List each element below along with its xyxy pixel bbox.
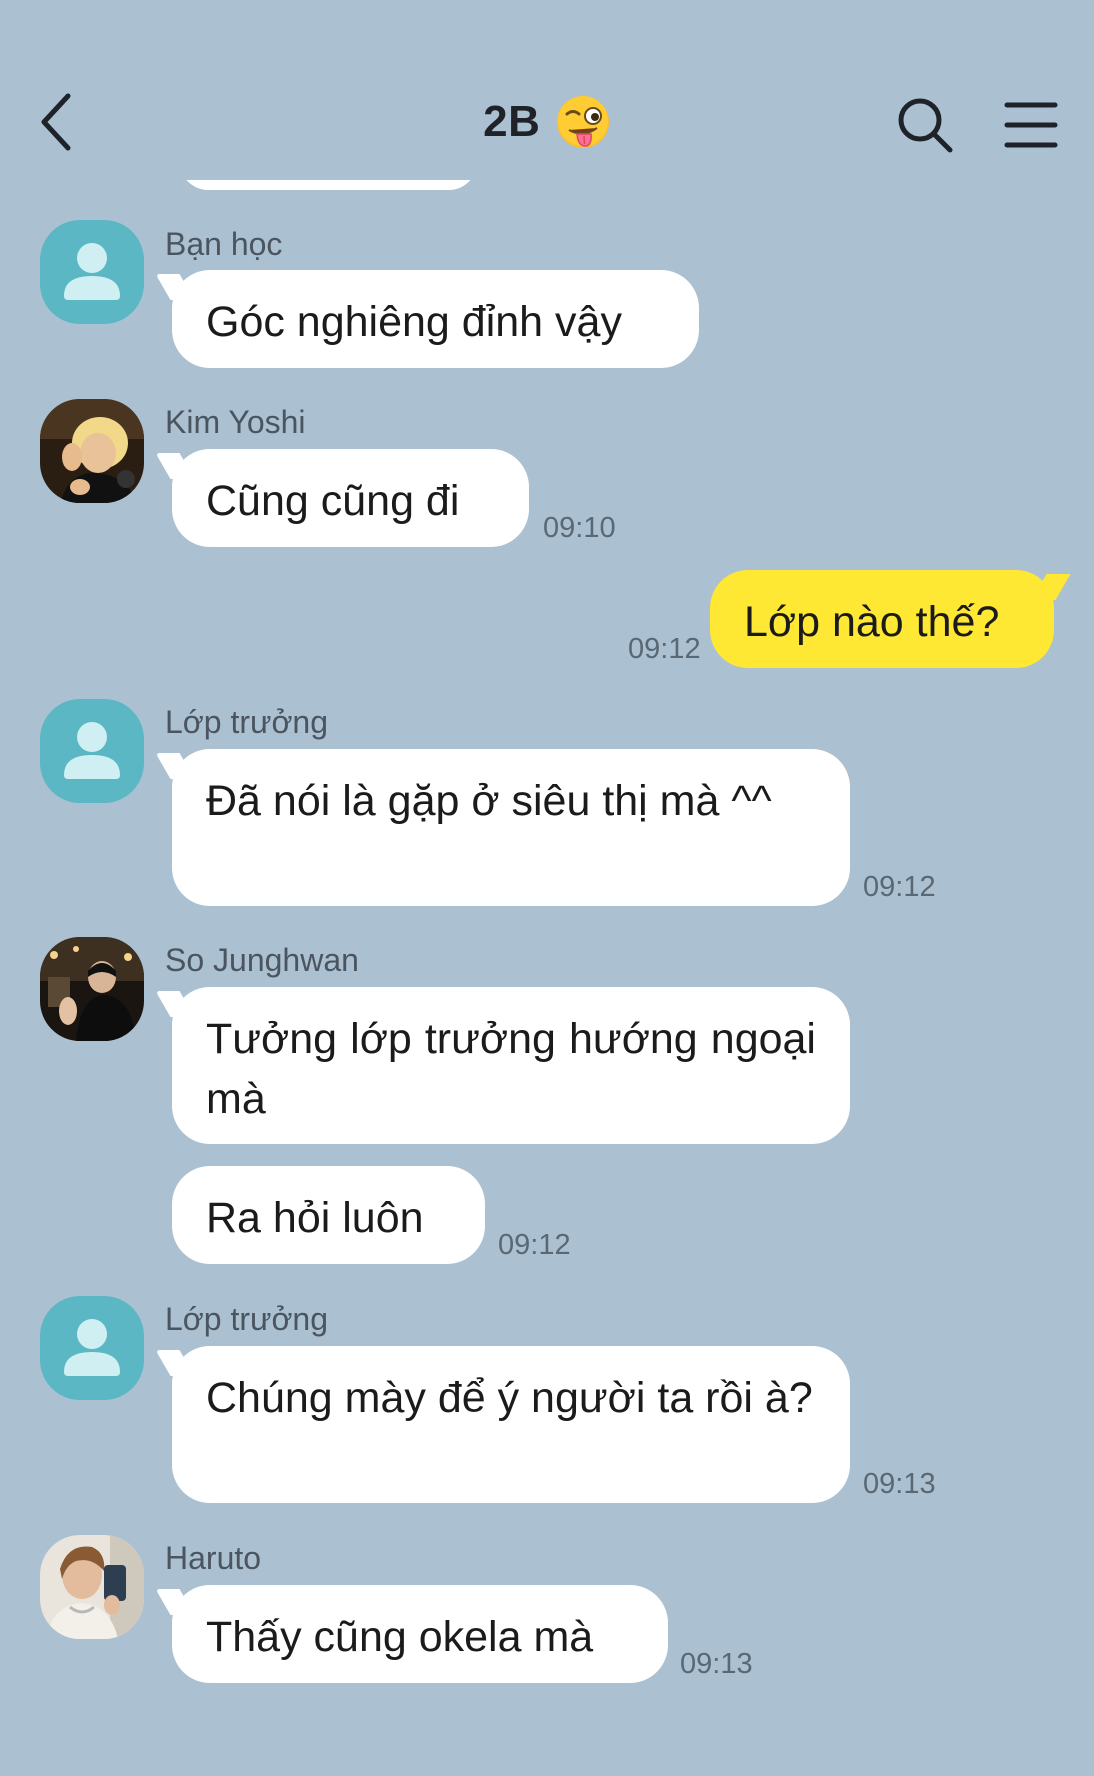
profile-photo xyxy=(40,937,144,1041)
message-bubble[interactable]: Cũng cũng đi xyxy=(172,449,529,547)
avatar-default[interactable] xyxy=(40,1296,144,1400)
chat-title: 2B xyxy=(483,97,541,146)
search-icon xyxy=(898,98,953,153)
sender-name: So Junghwan xyxy=(165,942,359,978)
message-time: 09:10 xyxy=(543,512,616,544)
menu-button[interactable] xyxy=(1004,98,1058,152)
sender-name: Haruto xyxy=(165,1540,262,1576)
message-bubble[interactable]: Góc nghiêng đỉnh vậy xyxy=(172,270,699,368)
message-bubble[interactable]: Tưởng lớp trưởng hướng ngoại mà xyxy=(172,987,850,1144)
message-time: 09:12 xyxy=(498,1229,571,1261)
avatar-photo[interactable] xyxy=(40,937,144,1041)
message-text: Thấy cũng okela mà xyxy=(206,1613,594,1661)
winking-face-with-tongue-emoji xyxy=(556,96,609,148)
sender-name: Kim Yoshi xyxy=(165,404,306,440)
user-silhouette-icon xyxy=(64,1319,120,1376)
message-bubble[interactable]: Chúng mày để ý người ta rồi à? xyxy=(172,1346,850,1503)
message-time: 09:12 xyxy=(628,633,701,665)
message-text: Góc nghiêng đỉnh vậy xyxy=(206,298,622,346)
message-text: Chúng mày để ý người ta rồi à? xyxy=(206,1374,813,1422)
search-button[interactable] xyxy=(896,96,954,154)
avatar-photo[interactable] xyxy=(40,1535,144,1639)
message-text: Đã nói là gặp ở siêu thị mà ^^ xyxy=(206,777,772,825)
message-bubble-outgoing[interactable]: Lớp nào thế? xyxy=(710,570,1054,668)
message-bubble[interactable]: Ra hỏi luôn xyxy=(172,1166,485,1264)
avatar-default[interactable] xyxy=(40,699,144,803)
message-text: Cũng cũng đi xyxy=(206,477,460,525)
message-time: 09:12 xyxy=(863,871,936,903)
profile-photo xyxy=(40,399,144,503)
sender-name: Bạn học xyxy=(165,226,283,262)
hamburger-menu-icon xyxy=(1004,102,1058,148)
message-bubble[interactable]: Đã nói là gặp ở siêu thị mà ^^ xyxy=(172,749,850,906)
avatar-photo[interactable] xyxy=(40,399,144,503)
message-bubble[interactable]: Thấy cũng okela mà xyxy=(172,1585,668,1683)
message-time: 09:13 xyxy=(863,1468,936,1500)
message-text: Tưởng lớp trưởng hướng ngoại mà xyxy=(206,1015,816,1123)
message-text: Ra hỏi luôn xyxy=(206,1194,424,1242)
user-silhouette-icon xyxy=(64,243,120,300)
sender-name: Lớp trưởng xyxy=(165,1301,329,1337)
chat-header: 2B xyxy=(0,0,1094,180)
avatar-default[interactable] xyxy=(40,220,144,324)
message-time: 09:13 xyxy=(680,1648,753,1680)
message-text: Lớp nào thế? xyxy=(744,598,1000,646)
profile-photo xyxy=(40,1535,144,1639)
user-silhouette-icon xyxy=(64,722,120,779)
sender-name: Lớp trưởng xyxy=(165,704,329,740)
